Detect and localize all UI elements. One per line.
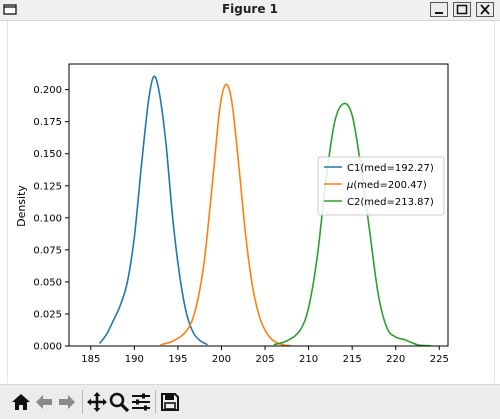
y-axis-label: Density (15, 185, 28, 227)
y-tick-label: 0.100 (33, 213, 62, 224)
x-tick-label: 200 (212, 354, 231, 365)
minimize-button[interactable] (430, 2, 448, 17)
navigation-toolbar (0, 384, 500, 419)
home-icon[interactable] (10, 391, 32, 413)
window-title: Figure 1 (221, 2, 279, 16)
x-tick-label: 195 (168, 354, 187, 365)
y-tick-label: 0.200 (33, 85, 62, 96)
x-tick-label: 220 (386, 354, 405, 365)
back-icon[interactable] (33, 391, 55, 413)
figure-canvas[interactable]: Density 185 190 195 200 205 210 215 220 225 0.00… (7, 21, 495, 383)
y-tick-label: 0.150 (33, 149, 62, 160)
legend-label: μ(med=200.47) (346, 180, 427, 191)
legend-label: C1(med=192.27) (347, 163, 434, 174)
minimize-icon (435, 12, 443, 14)
series-line-1 (98, 75, 208, 346)
forward-icon[interactable] (56, 391, 78, 413)
toolbar-separator (82, 390, 83, 414)
legend: C1(med=192.27) μ(med=200.47) C2(med=213.87… (317, 156, 445, 216)
toolbar-separator (155, 390, 156, 414)
x-tick-label: 190 (125, 354, 144, 365)
series-line-3 (273, 102, 431, 346)
y-tick-label: 0.125 (33, 181, 62, 192)
window-titlebar[interactable]: Figure 1 (0, 0, 500, 21)
configure-icon[interactable] (130, 391, 152, 413)
y-tick-label: 0.025 (33, 309, 62, 320)
save-icon[interactable] (159, 391, 181, 413)
y-tick-label: 0.175 (33, 117, 62, 128)
x-tick-label: 225 (430, 354, 449, 365)
legend-label: C2(med=213.87) (347, 197, 434, 208)
y-tick-label: 0.075 (33, 245, 62, 256)
maximize-icon (456, 4, 468, 15)
series-line-2 (160, 83, 292, 346)
y-tick-label: 0.050 (33, 277, 62, 288)
close-icon (480, 4, 490, 15)
x-tick-label: 210 (299, 354, 318, 365)
zoom-icon[interactable] (108, 391, 130, 413)
maximize-button[interactable] (453, 2, 471, 17)
pan-icon[interactable] (86, 391, 108, 413)
y-tick-label: 0.000 (33, 342, 62, 353)
close-button[interactable] (476, 2, 494, 17)
x-tick-label: 215 (343, 354, 362, 365)
density-chart: Density 185 190 195 200 205 210 215 220 225 0.00… (15, 63, 449, 365)
x-tick-label: 185 (81, 354, 100, 365)
x-tick-label: 205 (255, 354, 274, 365)
